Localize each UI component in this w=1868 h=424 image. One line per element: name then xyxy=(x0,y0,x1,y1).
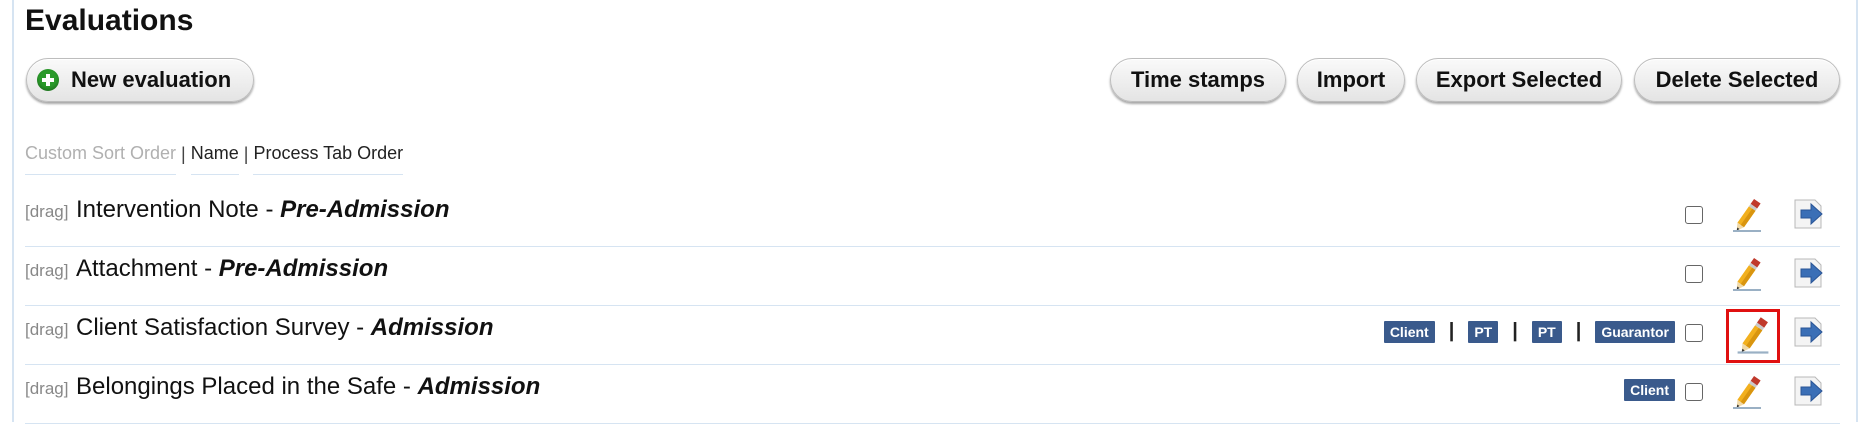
time-stamps-button[interactable]: Time stamps xyxy=(1110,58,1286,102)
tag-separator: | xyxy=(1512,320,1518,342)
evaluation-row: [drag] Attachment - Pre-Admission xyxy=(25,247,1840,306)
evaluation-name: Client Satisfaction Survey xyxy=(76,314,350,341)
role-tag: Client xyxy=(1624,379,1675,401)
evaluation-name: Belongings Placed in the Safe xyxy=(76,373,397,400)
sort-custom-order: Custom Sort Order xyxy=(25,143,177,175)
new-evaluation-label: New evaluation xyxy=(71,67,232,92)
evaluation-row: [drag] Client Satisfaction Survey - Admis… xyxy=(25,306,1840,365)
pencil-icon[interactable] xyxy=(1727,196,1767,236)
import-button[interactable]: Import xyxy=(1297,58,1405,102)
export-selected-button[interactable]: Export Selected xyxy=(1416,58,1622,102)
role-tag: Client xyxy=(1383,320,1435,343)
evaluation-phase: Admission xyxy=(370,314,494,341)
evaluation-row: [drag] Intervention Note - Pre-Admission xyxy=(25,188,1840,247)
delete-selected-button[interactable]: Delete Selected xyxy=(1634,58,1840,102)
evaluation-phase: Admission xyxy=(417,373,541,400)
drag-handle[interactable]: [drag] xyxy=(25,320,68,340)
evaluation-list: [drag] Intervention Note - Pre-Admission … xyxy=(25,188,1840,424)
sort-order-bar: Custom Sort Order | Name | Process Tab O… xyxy=(25,143,404,175)
sort-separator: | xyxy=(181,143,186,164)
evaluation-title: Belongings Placed in the Safe - Admissio… xyxy=(76,373,540,401)
drag-handle[interactable]: [drag] xyxy=(25,202,68,222)
select-checkbox[interactable] xyxy=(1685,324,1703,342)
evaluation-name: Intervention Note xyxy=(76,196,259,223)
pencil-icon[interactable] xyxy=(1727,255,1767,295)
role-tag: PT xyxy=(1468,320,1499,343)
role-tag: Guarantor xyxy=(1595,320,1675,343)
select-checkbox[interactable] xyxy=(1685,383,1703,401)
tag-separator: | xyxy=(1575,320,1582,342)
title-dash: - xyxy=(396,373,418,400)
title-dash: - xyxy=(258,196,281,223)
sort-by-name[interactable]: Name xyxy=(190,143,239,175)
plus-circle-icon xyxy=(37,69,59,91)
title-dash: - xyxy=(349,314,371,341)
drag-handle[interactable]: [drag] xyxy=(25,379,68,399)
pencil-icon[interactable] xyxy=(1727,373,1767,413)
sort-process-tab-order[interactable]: Process Tab Order xyxy=(253,143,404,175)
role-tag: PT xyxy=(1531,320,1562,343)
page-title: Evaluations xyxy=(25,4,194,37)
sort-separator: | xyxy=(243,143,249,164)
evaluation-row: [drag] Belongings Placed in the Safe - Ad… xyxy=(25,365,1840,424)
title-dash: - xyxy=(197,255,219,282)
evaluation-phase: Pre-Admission xyxy=(218,255,389,282)
role-tags: Client xyxy=(1624,379,1675,401)
arrow-right-icon[interactable] xyxy=(1791,196,1827,232)
role-tags: Client | PT | PT | Guarantor xyxy=(1383,320,1675,343)
pencil-icon[interactable] xyxy=(1726,309,1780,363)
arrow-right-icon[interactable] xyxy=(1791,255,1827,291)
evaluation-name: Attachment xyxy=(76,255,198,282)
select-checkbox[interactable] xyxy=(1685,265,1703,283)
arrow-right-icon[interactable] xyxy=(1791,373,1827,409)
tag-separator: | xyxy=(1448,320,1455,342)
evaluation-phase: Pre-Admission xyxy=(280,196,450,223)
select-checkbox[interactable] xyxy=(1685,206,1703,224)
drag-handle[interactable]: [drag] xyxy=(25,261,68,281)
evaluation-title: Intervention Note - Pre-Admission xyxy=(76,196,449,224)
new-evaluation-button[interactable]: New evaluation xyxy=(26,58,254,102)
evaluation-title: Client Satisfaction Survey - Admission xyxy=(76,314,493,342)
arrow-right-icon[interactable] xyxy=(1791,314,1827,350)
evaluation-title: Attachment - Pre-Admission xyxy=(76,255,388,283)
